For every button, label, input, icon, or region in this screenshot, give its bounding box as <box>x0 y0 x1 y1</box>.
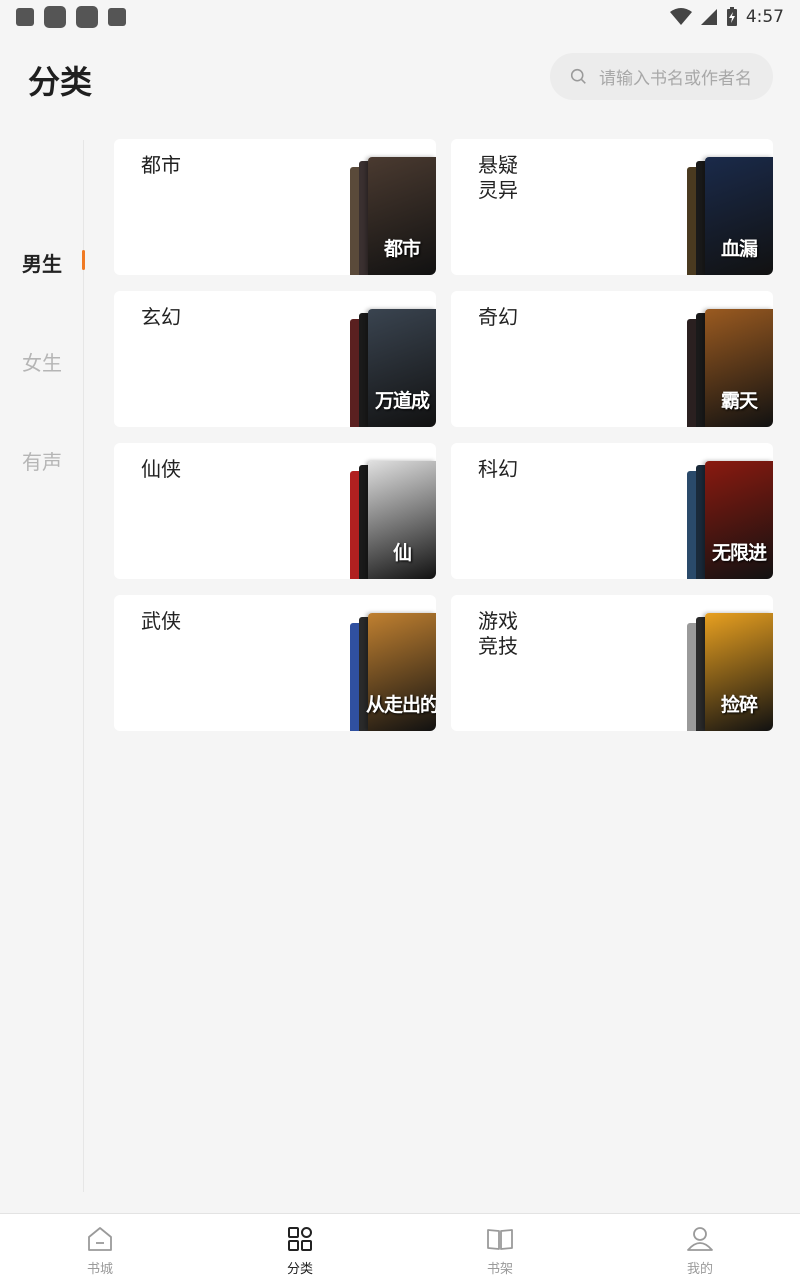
app-notification-icon <box>76 6 98 28</box>
book-cover-stack: 仙 <box>350 461 436 579</box>
category-label: 科幻 <box>478 457 518 481</box>
wifi-icon <box>669 8 692 25</box>
category-card[interactable]: 游戏 竞技捡碎 <box>451 595 773 731</box>
book-cover: 从走出的 <box>366 613 436 731</box>
tab-bookshelf[interactable]: 书架 <box>400 1214 600 1280</box>
book-cover-stack: 都市 <box>350 157 436 275</box>
tab-label: 书架 <box>486 1262 513 1277</box>
category-card[interactable]: 玄幻万道成 <box>114 291 436 427</box>
home-icon <box>88 1227 112 1251</box>
book-icon <box>487 1229 513 1250</box>
cover-title: 万道成 <box>374 390 430 412</box>
sidebar-item-audio[interactable]: 有声 <box>0 446 84 475</box>
status-bar: 4:57 <box>0 0 800 34</box>
text-notification-icon <box>108 8 126 26</box>
sidebar-item-female[interactable]: 女生 <box>0 347 84 376</box>
book-cover: 无限进 <box>705 461 773 579</box>
category-card[interactable]: 科幻无限进 <box>451 443 773 579</box>
app-notification-icon <box>44 6 66 28</box>
book-cover-stack: 血漏 <box>687 157 773 275</box>
book-cover: 万道成 <box>368 309 436 427</box>
sidebar-item-male[interactable]: 男生 <box>0 248 84 277</box>
book-cover: 仙 <box>368 461 436 579</box>
category-card[interactable]: 都市 都市 <box>114 139 436 275</box>
gender-sidebar: 男生 女生 有声 <box>0 140 85 1192</box>
cover-title: 无限进 <box>711 542 767 564</box>
category-card[interactable]: 仙侠仙 <box>114 443 436 579</box>
book-cover: 血漏 <box>705 157 773 275</box>
image-notification-icon <box>16 8 34 26</box>
book-cover-stack: 霸天 <box>687 309 773 427</box>
cover-title: 从走出的 <box>366 694 436 716</box>
search-input[interactable]: 请输入书名或作者名 <box>550 53 773 100</box>
category-label: 玄幻 <box>141 305 181 329</box>
grid-icon <box>288 1227 312 1251</box>
tab-profile[interactable]: 我的 <box>600 1214 800 1280</box>
search-icon <box>570 68 586 84</box>
tab-label: 我的 <box>686 1262 713 1277</box>
cover-title: 捡碎 <box>720 694 758 716</box>
cover-title: 仙 <box>392 542 412 564</box>
category-label: 奇幻 <box>478 305 518 329</box>
category-label: 都市 <box>141 153 181 177</box>
user-icon <box>687 1227 713 1251</box>
cover-title: 霸天 <box>720 390 758 412</box>
bottom-tab-bar: 书城 分类 书架 我的 <box>0 1213 800 1280</box>
tab-label: 书城 <box>86 1262 113 1277</box>
signal-icon <box>700 9 717 25</box>
tab-category[interactable]: 分类 <box>200 1214 400 1280</box>
tab-label: 分类 <box>286 1262 313 1277</box>
book-cover-stack: 万道成 <box>350 309 436 427</box>
book-cover: 都市 <box>368 157 436 275</box>
book-cover-stack: 无限进 <box>687 461 773 579</box>
category-card[interactable]: 武侠从走出的 <box>114 595 436 731</box>
book-cover: 霸天 <box>705 309 773 427</box>
book-cover-stack: 捡碎 <box>687 613 773 731</box>
tab-bookstore[interactable]: 书城 <box>0 1214 200 1280</box>
book-cover: 捡碎 <box>705 613 773 731</box>
category-card[interactable]: 奇幻霸天 <box>451 291 773 427</box>
notification-icons <box>16 6 126 28</box>
category-label: 游戏 竞技 <box>478 609 518 658</box>
category-label: 仙侠 <box>141 457 181 481</box>
cover-title: 都市 <box>383 238 421 260</box>
page-title: 分类 <box>28 63 93 101</box>
book-cover-stack: 从走出的 <box>350 613 436 731</box>
clock: 4:57 <box>745 7 784 27</box>
battery-icon <box>726 7 737 26</box>
active-indicator <box>82 250 85 270</box>
category-label: 武侠 <box>141 609 181 633</box>
search-placeholder: 请输入书名或作者名 <box>599 69 752 89</box>
system-icons: 4:57 <box>669 7 784 27</box>
cover-title: 血漏 <box>720 238 758 260</box>
category-card[interactable]: 悬疑 灵异血漏 <box>451 139 773 275</box>
category-label: 悬疑 灵异 <box>478 153 518 202</box>
